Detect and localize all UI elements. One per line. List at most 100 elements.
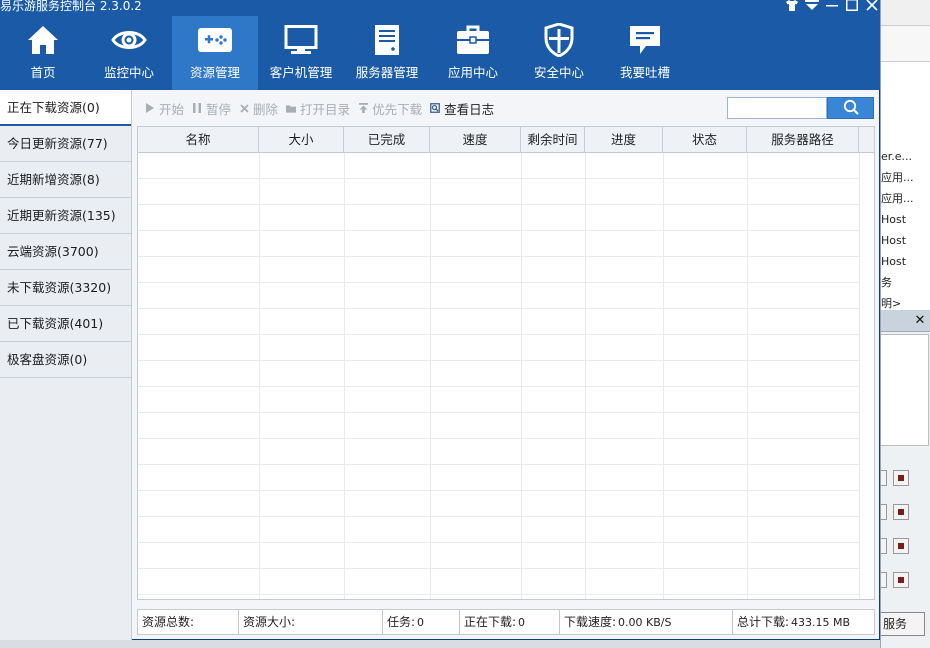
column-header-size[interactable]: 大小 [259, 127, 344, 152]
priority-download-button[interactable]: 优先下载 [358, 99, 422, 118]
status-total-downloaded: 总计下载: 433.15 MB [733, 610, 874, 634]
stop-button[interactable] [893, 470, 909, 486]
nav-item-security-center[interactable]: 安全中心 [516, 16, 602, 90]
minimize-icon[interactable] [824, 0, 840, 12]
status-speed-label: 下载速度: [564, 615, 617, 629]
status-downloading: 正在下载: 0 [460, 610, 560, 634]
column-header-progress[interactable]: 进度 [585, 127, 663, 152]
table-row[interactable] [138, 387, 860, 413]
table-row[interactable] [138, 361, 860, 387]
stop-button-partial[interactable] [881, 504, 887, 520]
status-resource-size: 资源大小: [239, 610, 383, 634]
pause-button[interactable]: 暂停 [192, 99, 231, 118]
menu-icon[interactable] [804, 0, 820, 12]
sidebar-item-cloud[interactable]: 云端资源(3700) [0, 234, 131, 270]
nav-item-client-management[interactable]: 客户机管理 [258, 16, 344, 90]
close-icon[interactable] [864, 0, 880, 12]
stop-button-partial[interactable] [881, 538, 887, 554]
column-header-remaining-time[interactable]: 剩余时间 [521, 127, 585, 152]
list-item[interactable]: Host [881, 210, 930, 230]
column-header-status[interactable]: 状态 [663, 127, 747, 152]
column-header-speed[interactable]: 速度 [430, 127, 521, 152]
status-downloading-value: 0 [518, 616, 526, 629]
list-item[interactable]: er.e... [881, 147, 930, 167]
column-divider [259, 153, 260, 599]
table-row[interactable] [138, 543, 860, 569]
search-input[interactable] [727, 97, 827, 119]
nav-item-feedback[interactable]: 我要吐槽 [602, 16, 688, 90]
start-label: 开始 [159, 101, 185, 117]
resource-sidebar: 正在下载资源(0) 今日更新资源(77) 近期新增资源(8) 近期更新资源(13… [0, 90, 132, 640]
table-row[interactable] [138, 153, 860, 179]
list-item[interactable]: 应用... [881, 168, 930, 188]
status-tasks-label: 任务: [387, 615, 416, 629]
background-window: er.e... 应用... 应用... Host Host Host 务 明> … [880, 0, 930, 648]
table-row[interactable] [138, 465, 860, 491]
table-row[interactable] [138, 439, 860, 465]
column-divider [663, 153, 664, 599]
start-button[interactable]: 开始 [145, 99, 184, 118]
list-item[interactable]: Host [881, 231, 930, 251]
service-button[interactable]: 服务 [881, 612, 925, 636]
nav-item-app-center[interactable]: 应用中心 [430, 16, 516, 90]
delete-button[interactable]: 删除 [239, 99, 278, 118]
table-row[interactable] [138, 309, 860, 335]
view-log-button[interactable]: 查看日志 [430, 99, 494, 118]
column-header-completed[interactable]: 已完成 [344, 127, 430, 152]
table-row[interactable] [138, 231, 860, 257]
stop-button[interactable] [893, 538, 909, 554]
nav-label: 我要吐槽 [619, 65, 670, 80]
search-box [727, 97, 874, 119]
stop-button[interactable] [893, 504, 909, 520]
table-row[interactable] [138, 179, 860, 205]
status-bar: 资源总数: 资源大小: 任务: 0 正在下载: 0 下载速度: 0.00 KB/S 总… [137, 609, 875, 635]
stop-button-partial[interactable] [881, 470, 887, 486]
list-item[interactable]: Host [881, 252, 930, 272]
sidebar-item-not-downloaded[interactable]: 未下载资源(3320) [0, 270, 131, 306]
sidebar-item-downloaded[interactable]: 已下载资源(401) [0, 306, 131, 342]
search-button[interactable] [827, 97, 874, 119]
table-row[interactable] [138, 517, 860, 543]
sidebar-item-recently-added[interactable]: 近期新增资源(8) [0, 162, 131, 198]
list-item[interactable]: 务 [881, 273, 930, 293]
nav-item-monitor-center[interactable]: 监控中心 [86, 16, 172, 90]
gamepad-icon [197, 24, 233, 56]
table-row[interactable] [138, 569, 860, 595]
pause-icon [192, 103, 202, 113]
list-item[interactable]: 应用... [881, 189, 930, 209]
maximize-icon[interactable] [844, 0, 860, 12]
sidebar-item-downloading[interactable]: 正在下载资源(0) [0, 90, 131, 126]
table-row[interactable] [138, 335, 860, 361]
vertical-scrollbar[interactable] [859, 153, 874, 599]
table-row[interactable] [138, 413, 860, 439]
stop-button-partial[interactable] [881, 572, 887, 588]
table-row[interactable] [138, 205, 860, 231]
nav-label: 客户机管理 [269, 65, 333, 80]
folder-icon [286, 103, 297, 113]
sidebar-item-updated-today[interactable]: 今日更新资源(77) [0, 126, 131, 162]
sidebar-item-recently-updated[interactable]: 近期更新资源(135) [0, 198, 131, 234]
pause-label: 暂停 [206, 101, 232, 117]
stop-button[interactable] [893, 572, 909, 588]
open-directory-button[interactable]: 打开目录 [286, 99, 350, 118]
nav-label: 服务器管理 [355, 65, 419, 80]
toolbox-icon [455, 24, 491, 56]
nav-item-resource-management[interactable]: 资源管理 [172, 16, 258, 90]
shield-icon [541, 23, 577, 57]
close-icon[interactable]: ✕ [911, 312, 929, 330]
search-icon [843, 99, 859, 118]
download-table: 名称 大小 已完成 速度 剩余时间 进度 状态 服务器路径 [137, 126, 875, 600]
window-controls [784, 0, 880, 12]
column-header-server-path[interactable]: 服务器路径 [747, 127, 859, 152]
table-row[interactable] [138, 257, 860, 283]
background-titlebar [881, 0, 930, 26]
column-header-name[interactable]: 名称 [138, 127, 259, 152]
table-row[interactable] [138, 283, 860, 309]
sidebar-item-geek-disk[interactable]: 极客盘资源(0) [0, 342, 131, 378]
table-row[interactable] [138, 491, 860, 517]
status-speed-value: 0.00 KB/S [618, 616, 672, 629]
status-download-speed: 下载速度: 0.00 KB/S [560, 610, 733, 634]
nav-item-home[interactable]: 首页 [0, 16, 86, 90]
nav-item-server-management[interactable]: 服务器管理 [344, 16, 430, 90]
skin-icon[interactable] [784, 0, 800, 12]
